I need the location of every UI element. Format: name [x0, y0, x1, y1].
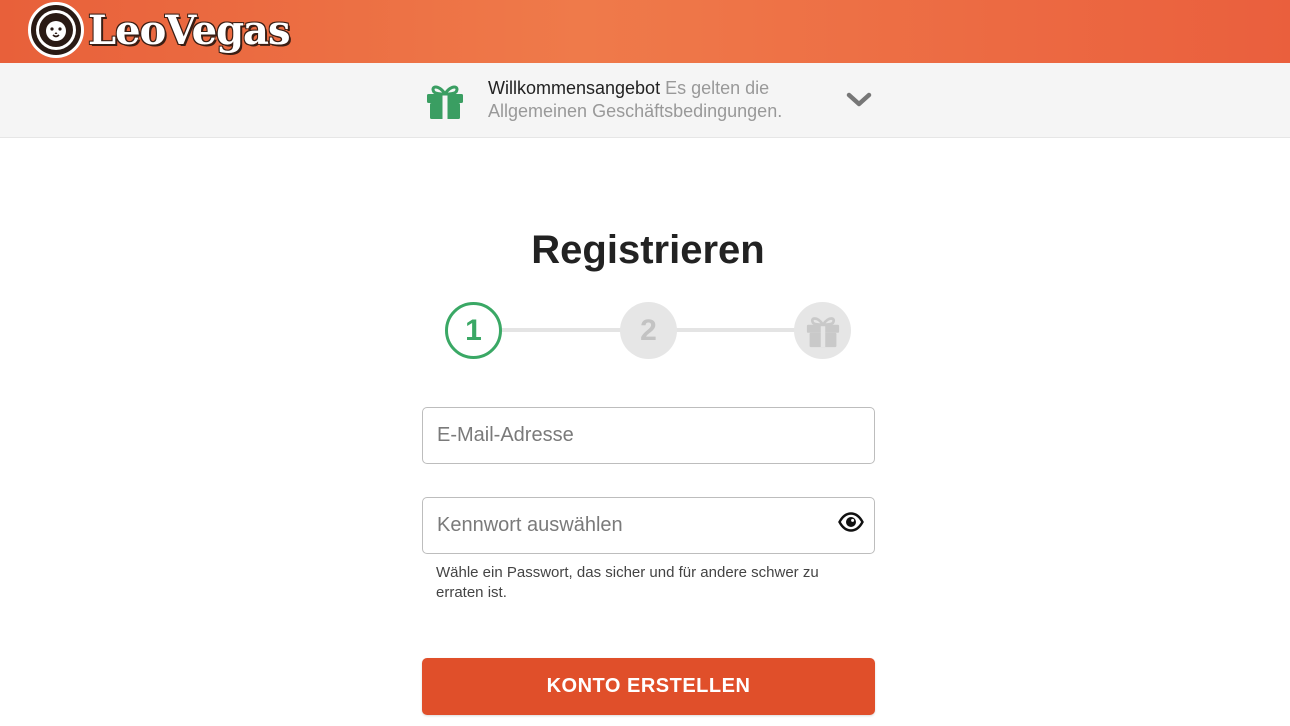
- email-input[interactable]: [423, 408, 874, 463]
- step-3-indicator: [794, 302, 851, 359]
- offer-text: Willkommensangebot Es gelten die Allgeme…: [488, 77, 848, 123]
- password-field: [422, 497, 875, 554]
- welcome-offer-bar[interactable]: Willkommensangebot Es gelten die Allgeme…: [0, 63, 1290, 138]
- email-field: [422, 407, 875, 464]
- leovegas-logo[interactable]: LeoVegas: [28, 2, 290, 58]
- logo-wordmark: LeoVegas: [88, 6, 290, 54]
- offer-title: Willkommensangebot: [488, 78, 661, 98]
- gift-icon: [427, 85, 463, 119]
- eye-icon[interactable]: [838, 511, 864, 533]
- step-1-indicator: 1: [445, 302, 502, 359]
- stepper-connector: [500, 328, 622, 332]
- lion-icon: [28, 2, 84, 58]
- site-header: LeoVegas: [0, 0, 1290, 63]
- create-account-button[interactable]: KONTO ERSTELLEN: [422, 658, 875, 715]
- stepper-connector: [675, 328, 796, 332]
- gift-icon: [806, 316, 839, 347]
- step-2-indicator: 2: [620, 302, 677, 359]
- password-input[interactable]: [423, 498, 874, 553]
- page-title: Registrieren: [531, 228, 765, 272]
- chevron-down-icon[interactable]: [846, 91, 872, 109]
- password-hint: Wähle ein Passwort, das sicher und für a…: [436, 564, 819, 601]
